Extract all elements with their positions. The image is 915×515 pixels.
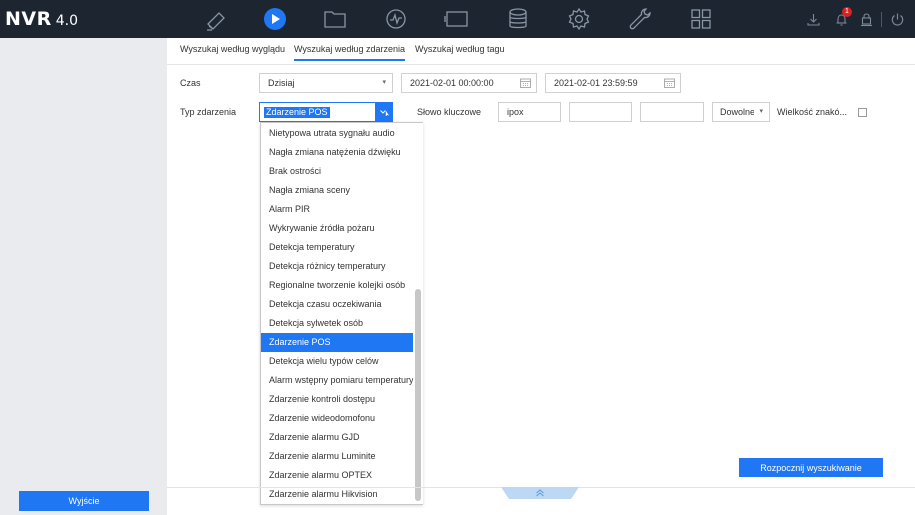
event-type-dropdown: Zdarzenie alarmu Hikvision Zdarzenie alar… (260, 122, 423, 505)
time-select[interactable]: Dzisiaj ▾ (259, 73, 393, 93)
end-datetime-value: 2021-02-01 23:59:59 (554, 78, 638, 88)
start-datetime-field[interactable]: 2021-02-01 00:00:00 (401, 73, 537, 93)
dropdown-option[interactable]: Regionalne tworzenie kolejki osób (261, 276, 413, 295)
dropdown-option[interactable]: Detekcja temperatury (261, 238, 413, 257)
dropdown-option[interactable]: Nagła zmiana sceny (261, 181, 413, 200)
dropdown-option[interactable]: Nagła zmiana natężenia dźwięku (261, 143, 413, 162)
start-search-button[interactable]: Rozpocznij wyszukiwanie (739, 458, 883, 477)
app-logo: NVR 4.0 (5, 8, 78, 30)
playback-icon[interactable] (255, 0, 295, 38)
dropdown-scrollbar[interactable] (413, 123, 423, 504)
keyword-match-value: Dowolne (720, 107, 754, 117)
event-type-label: Typ zdarzenia (180, 107, 237, 117)
chevron-down-icon: ▾ (382, 79, 386, 86)
tab-search-by-tag[interactable]: Wyszukaj według tagu (415, 44, 504, 59)
keyword-label: Słowo kluczowe (417, 107, 482, 117)
power-icon[interactable] (886, 0, 908, 38)
start-datetime-value: 2021-02-01 00:00:00 (410, 78, 494, 88)
case-sensitive-label: Wielkość znakó... (777, 107, 848, 117)
dropdown-option[interactable]: Wykrywanie źródła pożaru (261, 219, 413, 238)
display-screen-icon[interactable] (437, 0, 477, 38)
dropdown-option[interactable]: Alarm PIR (261, 200, 413, 219)
grid-apps-icon[interactable] (681, 0, 721, 38)
keyword-input-1-value: ipox (507, 107, 524, 117)
app-version: 4.0 (55, 13, 79, 29)
dropdown-option[interactable]: Zdarzenie kontroli dostępu (261, 390, 413, 409)
smart-analysis-icon[interactable] (376, 0, 416, 38)
notification-bell-icon[interactable]: 1 (830, 0, 852, 38)
settings-gear-icon[interactable] (559, 0, 599, 38)
tab-search-by-appearance[interactable]: Wyszukaj według wyglądu (180, 44, 285, 59)
double-chevron-up-icon (501, 487, 579, 499)
sidebar: Wyjście (0, 38, 167, 515)
chevron-down-icon (375, 103, 392, 121)
notification-count-badge: 1 (842, 7, 852, 17)
dropdown-option[interactable]: Detekcja wielu typów celów (261, 352, 413, 371)
end-datetime-field[interactable]: 2021-02-01 23:59:59 (545, 73, 681, 93)
dropdown-option[interactable]: Zdarzenie alarmu GJD (261, 428, 413, 447)
dropdown-option[interactable]: Brak ostrości (261, 162, 413, 181)
live-view-camera-icon[interactable] (196, 0, 236, 38)
storage-database-icon[interactable] (498, 0, 538, 38)
topbar-divider (881, 12, 882, 27)
event-type-select[interactable]: Zdarzenie POS (259, 102, 393, 122)
user-lock-icon[interactable] (855, 0, 877, 38)
chevron-down-icon: ▾ (759, 108, 763, 115)
dropdown-option[interactable]: Zdarzenie alarmu OPTEX (261, 466, 413, 485)
top-bar: NVR 4.0 1 (0, 0, 915, 38)
dropdown-option[interactable]: Detekcja sylwetek osób (261, 314, 413, 333)
time-label: Czas (180, 78, 201, 88)
dropdown-option[interactable]: Detekcja różnicy temperatury (261, 257, 413, 276)
keyword-input-3[interactable] (640, 102, 704, 122)
dropdown-option[interactable]: Nietypowa utrata sygnału audio (261, 124, 413, 143)
keyword-input-2[interactable] (569, 102, 632, 122)
keyword-input-1[interactable]: ipox (498, 102, 561, 122)
dropdown-option[interactable]: Zdarzenie wideodomofonu (261, 409, 413, 428)
maintenance-wrench-icon[interactable] (620, 0, 660, 38)
tab-search-by-event[interactable]: Wyszukaj według zdarzenia (294, 44, 405, 61)
download-icon[interactable] (802, 0, 824, 38)
time-select-value: Dzisiaj (268, 78, 295, 88)
app-brand: NVR (5, 8, 52, 30)
calendar-icon (664, 78, 675, 88)
event-type-select-value: Zdarzenie POS (264, 107, 330, 118)
dropdown-option[interactable]: Zdarzenie alarmu Luminite (261, 447, 413, 466)
folder-icon[interactable] (315, 0, 355, 38)
tabs-divider (167, 64, 915, 65)
dropdown-option[interactable]: Alarm wstępny pomiaru temperatury (261, 371, 414, 390)
calendar-icon (520, 78, 531, 88)
case-sensitive-checkbox[interactable] (858, 108, 867, 117)
collapse-panel-button[interactable] (501, 487, 579, 499)
dropdown-scrollbar-thumb[interactable] (415, 289, 421, 501)
dropdown-option[interactable]: Detekcja czasu oczekiwania (261, 295, 413, 314)
exit-button[interactable]: Wyjście (19, 491, 149, 511)
keyword-match-select[interactable]: Dowolne ▾ (712, 102, 770, 122)
dropdown-option[interactable]: Zdarzenie POS (261, 333, 413, 352)
